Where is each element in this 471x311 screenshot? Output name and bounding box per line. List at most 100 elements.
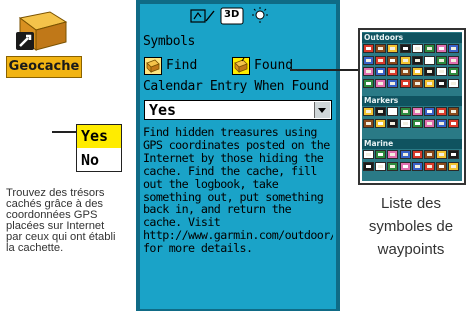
waypoint-symbol-icon[interactable] xyxy=(436,150,448,159)
waypoint-symbol-icon[interactable] xyxy=(411,107,423,116)
backlight-icon xyxy=(250,7,270,25)
waypoint-symbol-icon[interactable] xyxy=(399,107,411,116)
waypoint-symbol-icon[interactable] xyxy=(436,107,448,116)
app-label: Geocache xyxy=(6,56,82,78)
status-bar: 3D xyxy=(140,4,336,28)
waypoint-symbol-icon[interactable] xyxy=(436,55,448,65)
yes-option[interactable]: Yes xyxy=(77,125,121,148)
waypoint-symbol-icon[interactable] xyxy=(363,118,374,128)
waypoint-symbol-icon[interactable] xyxy=(399,118,411,128)
calendar-entry-dropdown[interactable]: Yes xyxy=(144,100,332,120)
symbols-label: Symbols xyxy=(143,34,195,49)
3d-label: 3D xyxy=(224,9,240,20)
waypoint-symbol-icon[interactable] xyxy=(387,78,399,88)
find-label: Find xyxy=(166,58,198,73)
waypoint-symbol-icon[interactable] xyxy=(363,78,374,88)
waypoint-symbol-icon[interactable] xyxy=(363,44,374,53)
waypoint-symbol-icon[interactable] xyxy=(424,44,435,53)
waypoint-symbol-icon[interactable] xyxy=(411,161,423,171)
waypoint-symbol-icon[interactable] xyxy=(399,44,411,53)
waypoint-symbol-icon[interactable] xyxy=(411,44,423,53)
left-caption: Trouvez des trésors cachés grâce à des c… xyxy=(6,188,116,254)
waypoint-symbol-icon[interactable] xyxy=(387,67,399,76)
outdoors-symbol-grid[interactable] xyxy=(363,44,461,94)
waypoint-symbol-icon[interactable] xyxy=(436,118,448,128)
waypoint-symbol-icon[interactable] xyxy=(363,107,374,116)
found-symbol-icon xyxy=(232,56,250,75)
waypoint-symbol-icon[interactable] xyxy=(375,67,387,76)
waypoint-symbol-icon[interactable] xyxy=(448,44,460,53)
waypoint-symbol-icon[interactable] xyxy=(375,107,387,116)
device-screen: 3D Symbols Find Found Calendar Entry Whe… xyxy=(140,4,336,309)
waypoint-symbol-icon[interactable] xyxy=(448,118,460,128)
category-markers: Markers xyxy=(362,96,462,106)
waypoint-symbol-icon[interactable] xyxy=(424,118,435,128)
category-outdoors: Outdoors xyxy=(362,33,462,43)
device-bezel: 3D Symbols Find Found Calendar Entry Whe… xyxy=(136,0,340,311)
yes-no-selector[interactable]: Yes No xyxy=(76,124,122,172)
waypoint-symbol-icon[interactable] xyxy=(411,118,423,128)
waypoint-symbol-icon[interactable] xyxy=(448,55,460,65)
waypoint-symbol-icon[interactable] xyxy=(363,55,374,65)
waypoint-symbol-icon[interactable] xyxy=(375,118,387,128)
no-option[interactable]: No xyxy=(77,149,121,172)
waypoint-symbol-icon[interactable] xyxy=(399,78,411,88)
waypoint-symbol-icon[interactable] xyxy=(363,161,374,171)
waypoint-symbol-icon[interactable] xyxy=(411,150,423,159)
found-symbol-field[interactable]: Found xyxy=(232,56,293,76)
waypoint-symbol-icon[interactable] xyxy=(436,67,448,76)
waypoint-symbol-icon[interactable] xyxy=(375,161,387,171)
3d-map-icon: 3D xyxy=(220,7,244,25)
waypoint-symbol-icon[interactable] xyxy=(448,78,460,88)
calendar-entry-value: Yes xyxy=(149,101,177,119)
waypoint-symbol-icon[interactable] xyxy=(448,150,460,159)
waypoint-symbol-icon[interactable] xyxy=(399,150,411,159)
waypoint-symbol-icon[interactable] xyxy=(375,78,387,88)
waypoint-symbol-icon[interactable] xyxy=(363,67,374,76)
waypoint-symbol-icon[interactable] xyxy=(448,161,460,171)
pointer-line-yes xyxy=(52,131,76,133)
waypoint-symbol-icon[interactable] xyxy=(399,67,411,76)
waypoint-symbol-icon[interactable] xyxy=(448,67,460,76)
waypoint-symbol-icon[interactable] xyxy=(424,150,435,159)
waypoint-symbol-icon[interactable] xyxy=(436,78,448,88)
waypoint-symbol-icon[interactable] xyxy=(375,44,387,53)
find-symbol-icon xyxy=(144,56,162,75)
symbols-panel-inner: Outdoors Markers Marine xyxy=(362,32,462,181)
waypoint-symbol-icon[interactable] xyxy=(411,67,423,76)
waypoint-symbol-icon[interactable] xyxy=(424,161,435,171)
waypoint-symbol-icon[interactable] xyxy=(448,107,460,116)
right-caption: Liste des symboles de waypoints xyxy=(368,195,454,258)
waypoint-symbol-icon[interactable] xyxy=(424,55,435,65)
geocache-app-icon xyxy=(8,8,68,52)
calendar-entry-label: Calendar Entry When Found xyxy=(143,79,329,94)
waypoint-symbol-icon[interactable] xyxy=(436,44,448,53)
waypoint-symbols-panel: Outdoors Markers Marine xyxy=(358,28,466,185)
waypoint-symbol-icon[interactable] xyxy=(387,55,399,65)
waypoint-symbol-icon[interactable] xyxy=(424,107,435,116)
waypoint-symbol-icon[interactable] xyxy=(424,67,435,76)
signal-icon xyxy=(190,7,216,25)
waypoint-symbol-icon[interactable] xyxy=(387,118,399,128)
waypoint-symbol-icon[interactable] xyxy=(411,55,423,65)
waypoint-symbol-icon[interactable] xyxy=(399,161,411,171)
waypoint-symbol-icon[interactable] xyxy=(411,78,423,88)
pointer-line-found xyxy=(290,69,360,71)
waypoint-symbol-icon[interactable] xyxy=(363,150,374,159)
waypoint-symbol-icon[interactable] xyxy=(387,107,399,116)
geocache-description: Find hidden treasures using GPS coordina… xyxy=(143,126,333,256)
marine-symbol-grid[interactable] xyxy=(363,150,461,180)
waypoint-symbol-icon[interactable] xyxy=(375,55,387,65)
waypoint-symbol-icon[interactable] xyxy=(424,78,435,88)
waypoint-symbol-icon[interactable] xyxy=(399,55,411,65)
markers-symbol-grid[interactable] xyxy=(363,107,461,137)
category-marine: Marine xyxy=(362,139,462,149)
dropdown-arrow-icon[interactable] xyxy=(314,102,330,118)
waypoint-symbol-icon[interactable] xyxy=(375,150,387,159)
waypoint-symbol-icon[interactable] xyxy=(387,44,399,53)
waypoint-symbol-icon[interactable] xyxy=(387,150,399,159)
found-label: Found xyxy=(254,58,294,73)
waypoint-symbol-icon[interactable] xyxy=(387,161,399,171)
find-symbol-field[interactable]: Find xyxy=(144,56,197,76)
waypoint-symbol-icon[interactable] xyxy=(436,161,448,171)
